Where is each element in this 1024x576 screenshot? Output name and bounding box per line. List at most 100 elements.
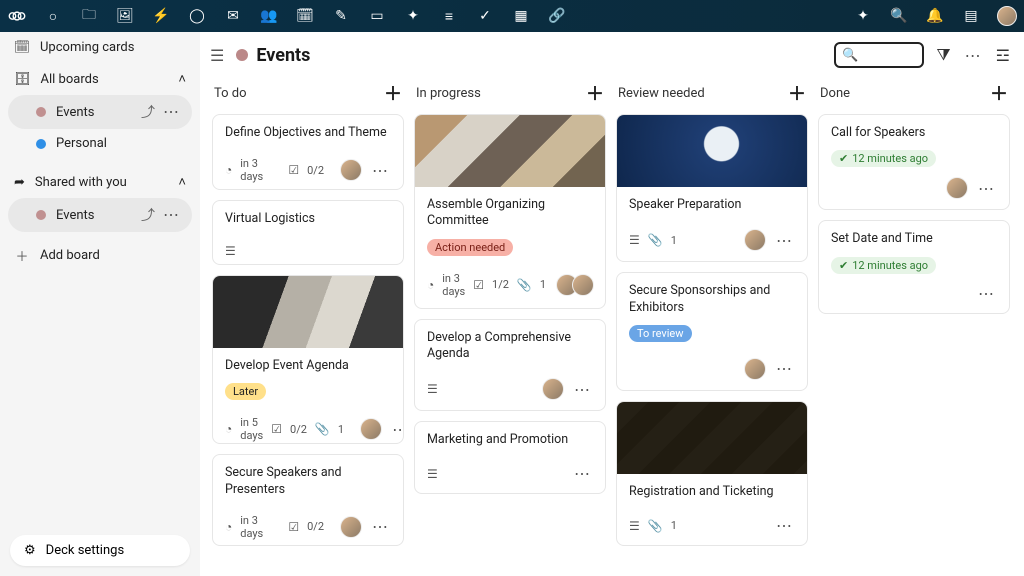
card-meta: ☰⋯: [415, 460, 605, 493]
card[interactable]: Develop Event AgendaLater◔in 5 days☑0/2📎…: [212, 275, 404, 444]
calendar-icon[interactable]: 🗓: [296, 7, 314, 25]
checklist-icon: ☑: [288, 163, 299, 177]
card[interactable]: Secure Speakers and Presenters◔in 3 days…: [212, 454, 404, 546]
archived-icon[interactable]: ☲: [996, 46, 1010, 65]
assist-icon[interactable]: ✦: [854, 7, 872, 25]
card[interactable]: Assemble Organizing CommitteeAction need…: [414, 114, 606, 309]
card[interactable]: Virtual Logistics ☰: [212, 200, 404, 265]
files-icon[interactable]: 🗀: [80, 7, 98, 25]
card[interactable]: Define Objectives and Theme◔in 3 days☑0/…: [212, 114, 404, 190]
share-icon[interactable]: ⤴: [141, 205, 155, 225]
tables-icon[interactable]: ▦: [512, 7, 530, 25]
list-title: In progress: [416, 86, 481, 101]
card-menu-icon[interactable]: ⋯: [774, 516, 795, 535]
card[interactable]: Call for Speakers✔ 12 minutes ago⋯: [818, 114, 1010, 210]
sidebar: 🗓 Upcoming cards 🗄 All boards ˄ Events ⤴…: [0, 32, 200, 576]
card-menu-icon[interactable]: ⋯: [572, 380, 593, 399]
checklist-icon: ☑: [288, 520, 299, 534]
card-menu-icon[interactable]: ⋯: [370, 161, 391, 180]
card[interactable]: Registration and Ticketing☰📎1⋯: [616, 401, 808, 546]
contacts-icon[interactable]: 👥: [260, 7, 278, 25]
attachment-count: 1: [540, 278, 546, 291]
board-name: Events: [56, 208, 94, 223]
assignee-avatar: [340, 516, 362, 538]
upcoming-cards-nav[interactable]: 🗓 Upcoming cards: [0, 32, 200, 63]
due-date: in 3 days: [442, 272, 465, 298]
due-date: in 3 days: [240, 157, 280, 183]
deck-settings-button[interactable]: ⚙ Deck settings: [10, 535, 190, 566]
card-menu-icon[interactable]: ⋯: [976, 179, 997, 198]
user-avatar[interactable]: [998, 7, 1016, 25]
card[interactable]: Marketing and Promotion☰⋯: [414, 421, 606, 494]
list-column: Done＋Call for Speakers✔ 12 minutes ago⋯S…: [818, 78, 1010, 556]
activity-icon[interactable]: ⚡: [152, 7, 170, 25]
contacts-menu-icon[interactable]: ▤: [962, 7, 980, 25]
card-title: Virtual Logistics: [225, 211, 391, 227]
add-board-label: Add board: [40, 248, 100, 263]
card-title: Develop Event Agenda: [225, 358, 391, 374]
mail-icon[interactable]: ✉: [224, 7, 242, 25]
card-title: Assemble Organizing Committee: [427, 197, 593, 230]
photos-icon[interactable]: 🖼: [116, 7, 134, 25]
card-title: Develop a Comprehensive Agenda: [427, 330, 593, 363]
assignee-avatar: [744, 358, 766, 380]
dashboard-icon[interactable]: ○: [44, 7, 62, 25]
app-logo[interactable]: [8, 7, 26, 25]
add-board-button[interactable]: ＋ Add board: [0, 238, 200, 273]
card-meta: ☰📎1⋯: [617, 512, 807, 545]
sidebar-shared-events[interactable]: Events ⤴ ⋯: [8, 198, 192, 232]
sidebar-board-events[interactable]: Events ⤴ ⋯: [8, 95, 192, 129]
add-card-button[interactable]: ＋: [990, 80, 1008, 106]
card-menu-icon[interactable]: ⋯: [390, 420, 404, 439]
notes-icon[interactable]: ✎: [332, 7, 350, 25]
card-meta: ☰: [213, 240, 403, 266]
deck-icon[interactable]: ▭: [368, 7, 386, 25]
card[interactable]: Secure Sponsorships and Exhibitors To rev…: [616, 272, 808, 391]
star-icon[interactable]: ✦: [404, 7, 422, 25]
list-column: Review needed＋Speaker Preparation☰📎1⋯Sec…: [616, 78, 808, 556]
card-menu-icon[interactable]: ⋯: [602, 275, 606, 294]
card[interactable]: Develop a Comprehensive Agenda☰⋯: [414, 319, 606, 412]
search-icon[interactable]: 🔍: [890, 7, 908, 25]
share-icon[interactable]: ⤴: [141, 102, 155, 122]
list-column: In progress ＋ Assemble Organizing Committe…: [414, 78, 606, 556]
sidebar-board-personal[interactable]: Personal: [8, 129, 192, 158]
collapse-sidebar-icon[interactable]: ☰: [210, 46, 224, 65]
card-label: To review: [629, 325, 692, 342]
filter-icon[interactable]: ⧩: [936, 45, 950, 65]
shared-section[interactable]: ➦ Shared with you ˄: [0, 166, 200, 198]
attachment-count: 1: [671, 519, 677, 532]
board-menu-icon[interactable]: ⋯: [161, 205, 182, 225]
description-icon: ☰: [427, 467, 438, 481]
card-menu-icon[interactable]: ⋯: [370, 517, 391, 536]
all-boards-section[interactable]: 🗄 All boards ˄: [0, 63, 200, 95]
board-menu-icon[interactable]: ⋯: [161, 102, 182, 122]
attachment-icon: 📎: [517, 278, 532, 292]
search-field[interactable]: [859, 48, 909, 62]
add-card-button[interactable]: ＋: [586, 80, 604, 106]
clock-icon: ◔: [225, 163, 232, 177]
assignee-avatar: [744, 229, 766, 251]
talk-icon[interactable]: ◯: [188, 7, 206, 25]
board-name: Personal: [56, 136, 107, 151]
card-title: Set Date and Time: [831, 231, 997, 247]
notifications-icon[interactable]: 🔔: [926, 7, 944, 25]
card-cover: [617, 402, 807, 474]
board-header: ☰ Events 🔍 ⧩ ⋯ ☲: [200, 32, 1024, 74]
card-menu-icon[interactable]: ⋯: [976, 284, 997, 303]
due-date: in 5 days: [240, 416, 263, 442]
add-card-button[interactable]: ＋: [384, 80, 402, 106]
tasks-icon[interactable]: ✓: [476, 7, 494, 25]
card-menu-icon[interactable]: ⋯: [774, 359, 795, 378]
search-input[interactable]: 🔍: [834, 42, 924, 68]
board-menu-icon[interactable]: ⋯: [963, 46, 984, 65]
card-menu-icon[interactable]: ⋯: [572, 464, 593, 483]
card-menu-icon[interactable]: ⋯: [774, 231, 795, 250]
link-icon[interactable]: 🔗: [548, 7, 566, 25]
add-card-button[interactable]: ＋: [788, 80, 806, 106]
card[interactable]: Set Date and Time✔ 12 minutes ago⋯: [818, 220, 1010, 313]
list-icon[interactable]: ≡: [440, 7, 458, 25]
card[interactable]: Speaker Preparation☰📎1⋯: [616, 114, 808, 262]
card-title: Secure Sponsorships and Exhibitors: [629, 283, 795, 316]
done-badge: ✔ 12 minutes ago: [831, 150, 936, 167]
